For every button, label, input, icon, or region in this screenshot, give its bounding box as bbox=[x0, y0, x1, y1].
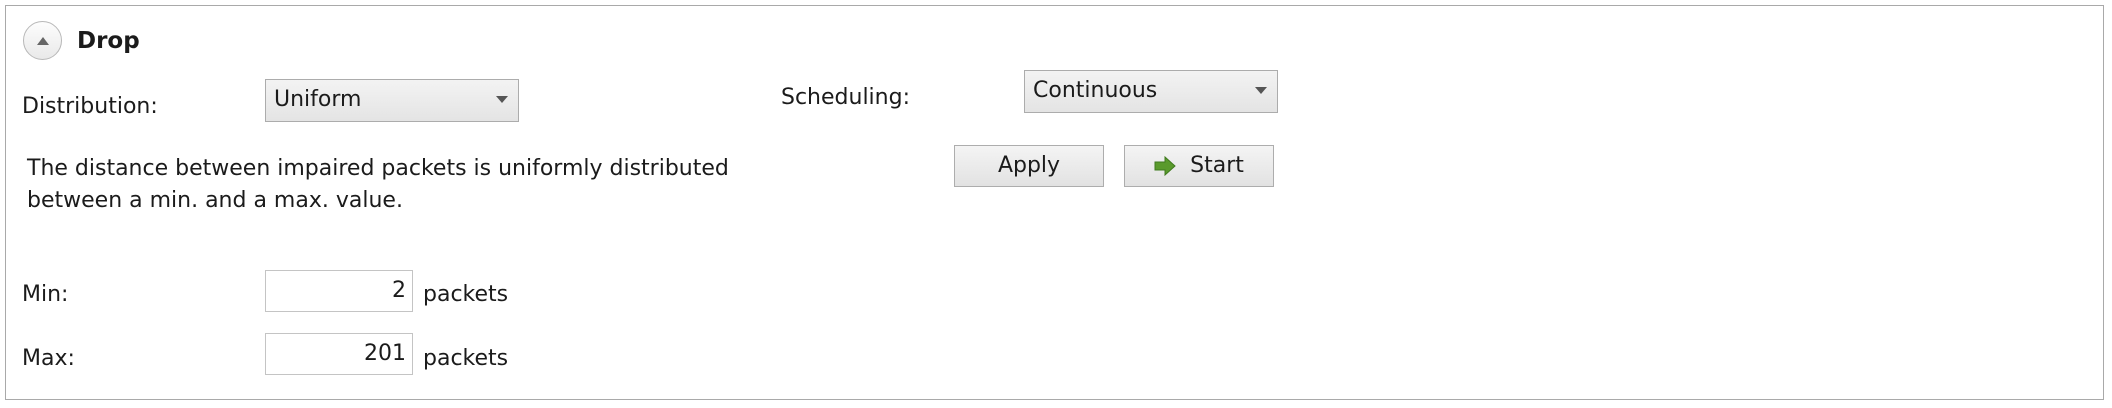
distribution-select-value: Uniform bbox=[274, 87, 362, 112]
scheduling-select-value: Continuous bbox=[1033, 78, 1158, 103]
distribution-description: The distance between impaired packets is… bbox=[27, 153, 747, 217]
max-unit-label: packets bbox=[423, 346, 509, 371]
min-unit-label: packets bbox=[423, 282, 509, 307]
drop-panel: Drop Distribution: Uniform Scheduling: C… bbox=[5, 5, 2104, 400]
min-input[interactable]: 2 bbox=[265, 270, 413, 312]
distribution-select[interactable]: Uniform bbox=[265, 79, 519, 122]
collapse-button[interactable] bbox=[23, 21, 62, 60]
distribution-label: Distribution: bbox=[22, 94, 158, 119]
scheduling-label: Scheduling: bbox=[781, 85, 910, 110]
section-title: Drop bbox=[77, 28, 140, 54]
start-button-label: Start bbox=[1190, 153, 1244, 178]
description-line-2: between a min. and a max. value. bbox=[27, 188, 403, 213]
dropdown-arrow-icon bbox=[496, 96, 508, 103]
scheduling-select[interactable]: Continuous bbox=[1024, 70, 1278, 113]
arrow-right-icon bbox=[1154, 155, 1176, 176]
description-line-1: The distance between impaired packets is… bbox=[27, 156, 729, 181]
chevron-up-icon bbox=[36, 36, 49, 45]
start-button[interactable]: Start bbox=[1124, 145, 1274, 187]
max-label: Max: bbox=[22, 346, 75, 371]
dropdown-arrow-icon bbox=[1255, 87, 1267, 94]
max-input[interactable]: 201 bbox=[265, 333, 413, 375]
apply-button[interactable]: Apply bbox=[954, 145, 1104, 187]
min-label: Min: bbox=[22, 282, 69, 307]
apply-button-label: Apply bbox=[997, 153, 1061, 178]
